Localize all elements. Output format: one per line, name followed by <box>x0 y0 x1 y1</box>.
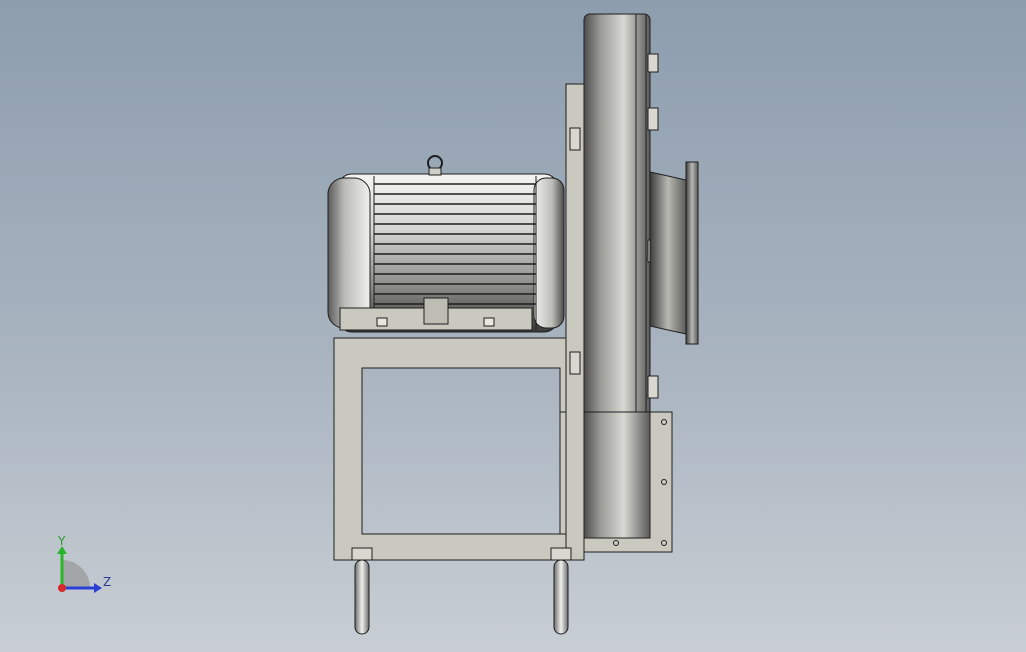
support-frame[interactable] <box>333 337 569 561</box>
outlet-flange[interactable] <box>649 161 699 345</box>
triad-quadrant <box>62 560 90 588</box>
triad-z-arrow <box>94 583 102 593</box>
mounting-plate[interactable] <box>565 83 585 561</box>
reference-triad: Y Z <box>57 534 111 593</box>
model-view[interactable]: Y Z <box>0 0 1026 652</box>
support-legs[interactable] <box>351 547 572 635</box>
triad-y-label: Y <box>57 534 66 548</box>
motor-lifting-eye <box>427 155 443 176</box>
triad-origin <box>58 584 66 592</box>
mounting-bracket[interactable] <box>583 411 673 553</box>
triad-z-label: Z <box>103 575 111 589</box>
cad-viewport[interactable]: Y Z <box>0 0 1026 652</box>
